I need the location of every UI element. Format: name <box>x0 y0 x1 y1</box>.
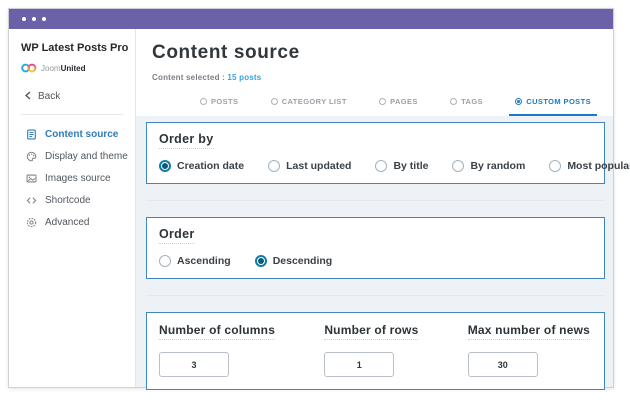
radio-icon <box>200 98 207 105</box>
back-label: Back <box>38 91 60 102</box>
sidebar-nav: Content source Display and theme Images … <box>21 124 135 234</box>
tab-custom-posts[interactable]: CUSTOM POSTS <box>509 91 597 116</box>
radio-label: Last updated <box>286 160 351 172</box>
tab-tags[interactable]: TAGS <box>444 91 489 116</box>
tab-label: PAGES <box>390 97 418 106</box>
sidebar-item-label: Advanced <box>45 217 89 228</box>
radio-label: By random <box>470 160 525 172</box>
main-panel: Content source Content selected : 15 pos… <box>136 29 613 387</box>
radio-icon <box>268 160 280 172</box>
sidebar: WP Latest Posts Pro JoomUnited <box>9 29 136 387</box>
sidebar-item-advanced[interactable]: Advanced <box>21 212 135 234</box>
tab-label: CUSTOM POSTS <box>526 97 591 106</box>
back-button[interactable]: Back <box>21 91 135 103</box>
radio-icon <box>515 98 522 105</box>
order-title: Order <box>159 227 195 244</box>
radio-order-by-last-updated[interactable]: Last updated <box>268 160 351 172</box>
sidebar-item-label: Images source <box>45 173 111 184</box>
order-by-options: Creation date Last updated By title By r… <box>159 160 592 172</box>
radio-icon <box>375 160 387 172</box>
source-tabs: POSTS CATEGORY LIST PAGES TAGS CUSTOM PO… <box>152 91 597 116</box>
order-section: Order Ascending Descending <box>146 217 605 279</box>
order-options: Ascending Descending <box>159 255 592 267</box>
window-control-dot <box>32 17 36 21</box>
chevron-left-icon <box>25 91 31 103</box>
sidebar-item-label: Content source <box>45 129 118 140</box>
radio-label: Creation date <box>177 160 244 172</box>
order-by-section: Order by Creation date Last updated By t… <box>146 122 605 184</box>
plugin-window: WP Latest Posts Pro JoomUnited <box>8 8 614 388</box>
radio-order-by-most-popular[interactable]: Most popular <box>549 160 630 172</box>
radio-icon <box>450 98 457 105</box>
tab-label: CATEGORY LIST <box>282 97 347 106</box>
content-selected-value[interactable]: 15 posts <box>227 73 261 82</box>
field-label: Number of columns <box>159 323 275 340</box>
code-icon <box>25 195 37 207</box>
radio-icon <box>549 160 561 172</box>
radio-icon <box>452 160 464 172</box>
content-selected: Content selected : 15 posts <box>152 73 597 82</box>
settings-content: Order by Creation date Last updated By t… <box>136 116 613 387</box>
radio-icon <box>255 255 267 267</box>
tab-posts[interactable]: POSTS <box>194 91 244 116</box>
radio-icon <box>159 255 171 267</box>
sidebar-divider <box>21 114 123 115</box>
field-label: Max number of news <box>468 323 590 340</box>
number-of-columns-input[interactable] <box>159 352 229 377</box>
field-label: Number of rows <box>324 323 418 340</box>
radio-order-by-by-title[interactable]: By title <box>375 160 428 172</box>
sidebar-item-display-and-theme[interactable]: Display and theme <box>21 146 135 168</box>
radio-label: Most popular <box>567 160 630 172</box>
max-number-of-news-input[interactable] <box>468 352 538 377</box>
radio-order-by-creation-date[interactable]: Creation date <box>159 160 244 172</box>
radio-order-by-by-random[interactable]: By random <box>452 160 525 172</box>
tab-category-list[interactable]: CATEGORY LIST <box>265 91 353 116</box>
window-control-dot <box>22 17 26 21</box>
field-number-of-rows: Number of rows <box>324 323 418 377</box>
sidebar-item-images-source[interactable]: Images source <box>21 168 135 190</box>
brand-text: JoomUnited <box>41 64 85 73</box>
sidebar-item-label: Shortcode <box>45 195 91 206</box>
page-header: Content source Content selected : 15 pos… <box>136 29 613 116</box>
section-separator <box>148 295 603 296</box>
grid-settings-section: Number of columns Number of rows Max num… <box>146 312 605 390</box>
window-control-dot <box>42 17 46 21</box>
number-of-rows-input[interactable] <box>324 352 394 377</box>
window-body: WP Latest Posts Pro JoomUnited <box>9 29 613 387</box>
content-selected-label: Content selected : <box>152 73 225 82</box>
window-titlebar <box>9 9 613 29</box>
radio-label: Descending <box>273 255 333 267</box>
page-title: Content source <box>152 42 597 64</box>
tab-label: POSTS <box>211 97 238 106</box>
sidebar-item-shortcode[interactable]: Shortcode <box>21 190 135 212</box>
image-icon <box>25 173 37 185</box>
radio-order-ascending[interactable]: Ascending <box>159 255 231 267</box>
section-separator <box>148 200 603 201</box>
document-icon <box>25 129 37 141</box>
brand: JoomUnited <box>21 60 135 78</box>
sidebar-item-content-source[interactable]: Content source <box>21 124 135 146</box>
tab-pages[interactable]: PAGES <box>373 91 424 116</box>
gear-icon <box>25 217 37 229</box>
radio-label: By title <box>393 160 428 172</box>
radio-icon <box>379 98 386 105</box>
joomunited-logo-icon <box>21 60 37 78</box>
field-max-number-of-news: Max number of news <box>468 323 590 377</box>
sidebar-item-label: Display and theme <box>45 151 128 162</box>
radio-icon <box>159 160 171 172</box>
app-title: WP Latest Posts Pro <box>21 42 135 56</box>
radio-label: Ascending <box>177 255 231 267</box>
radio-order-descending[interactable]: Descending <box>255 255 333 267</box>
order-by-title: Order by <box>159 132 214 149</box>
tab-label: TAGS <box>461 97 483 106</box>
field-number-of-columns: Number of columns <box>159 323 275 377</box>
palette-icon <box>25 151 37 163</box>
radio-icon <box>271 98 278 105</box>
